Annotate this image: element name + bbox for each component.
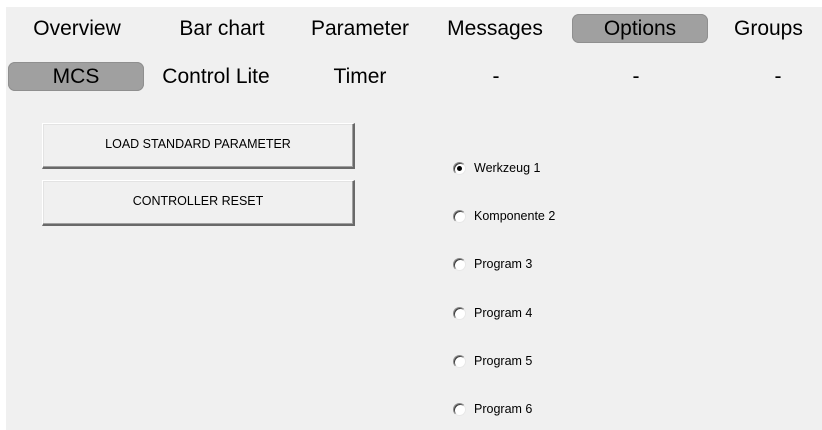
tab-parameter[interactable]: Parameter xyxy=(295,14,425,43)
radio-button-icon[interactable] xyxy=(453,402,466,416)
radio-option-program-6[interactable]: Program 6 xyxy=(453,401,532,417)
tab-placeholder-5[interactable]: - xyxy=(586,62,686,91)
radio-option-label: Program 6 xyxy=(474,402,533,416)
tab-placeholder-6[interactable]: - xyxy=(734,62,822,91)
radio-button-icon[interactable] xyxy=(453,306,466,320)
tab-control-lite[interactable]: Control Lite xyxy=(146,62,286,91)
radio-button-icon[interactable] xyxy=(453,257,466,271)
radio-option-werkzeug-1[interactable]: Werkzeug 1 xyxy=(453,160,540,176)
radio-option-label: Program 5 xyxy=(474,354,533,368)
tab-bar-chart[interactable]: Bar chart xyxy=(161,14,283,43)
tab-mcs[interactable]: MCS xyxy=(8,62,144,91)
radio-option-label: Program 4 xyxy=(474,306,533,320)
tab-placeholder-4[interactable]: - xyxy=(446,62,546,91)
load-standard-parameter-button[interactable]: LOAD STANDARD PARAMETER xyxy=(42,123,355,169)
tab-overview[interactable]: Overview xyxy=(18,14,136,43)
tab-timer[interactable]: Timer xyxy=(300,62,420,91)
tab-groups[interactable]: Groups xyxy=(734,14,822,43)
radio-option-komponente-2[interactable]: Komponente 2 xyxy=(453,208,555,224)
radio-button-icon[interactable] xyxy=(453,354,466,368)
radio-option-program-4[interactable]: Program 4 xyxy=(453,305,532,321)
radio-button-icon[interactable] xyxy=(453,161,466,175)
radio-option-label: Werkzeug 1 xyxy=(474,161,541,175)
radio-option-label: Program 3 xyxy=(474,257,533,271)
radio-option-program-5[interactable]: Program 5 xyxy=(453,353,532,369)
tab-options[interactable]: Options xyxy=(572,14,708,43)
controller-reset-button[interactable]: CONTROLLER RESET xyxy=(42,180,355,226)
tab-messages[interactable]: Messages xyxy=(426,14,564,43)
radio-button-icon[interactable] xyxy=(453,209,466,223)
radio-option-program-3[interactable]: Program 3 xyxy=(453,256,532,272)
radio-option-label: Komponente 2 xyxy=(474,209,556,223)
